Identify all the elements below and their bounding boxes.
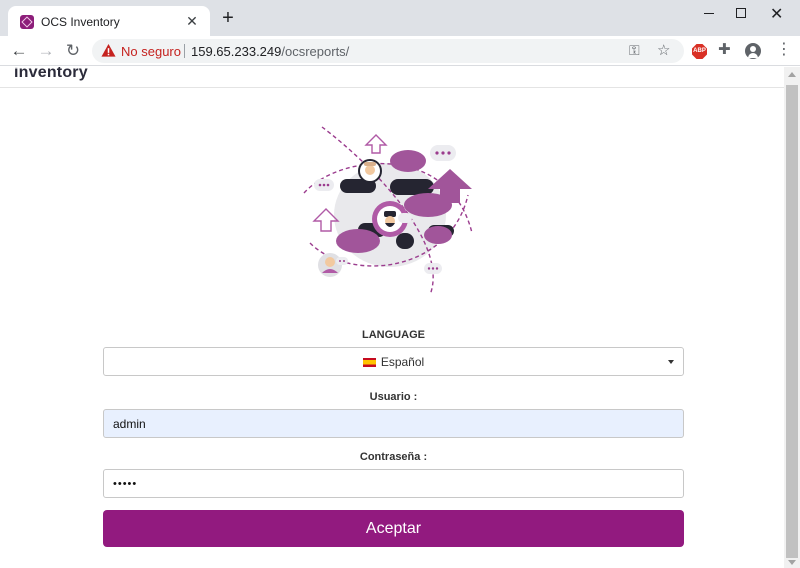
language-value-text: Español [380, 355, 425, 369]
tab-close-icon[interactable]: ✕ [184, 13, 200, 29]
password-input[interactable] [103, 469, 684, 498]
warning-icon [101, 43, 116, 57]
more-menu-icon[interactable]: ⋮ [776, 41, 792, 59]
key-icon[interactable]: ⚿ [629, 42, 640, 59]
ocs-favicon-icon [20, 15, 34, 29]
language-selected-value: Español [104, 355, 683, 369]
window-close-button[interactable]: ✕ [756, 0, 800, 28]
new-tab-button[interactable]: + [218, 8, 238, 29]
reload-icon[interactable]: ↻ [62, 40, 84, 62]
spain-flag-icon [362, 358, 376, 367]
page-content: inventory LANGUAGE Español Usuario: adm… [0, 67, 784, 568]
browser-toolbar: ← → ↻ No seguro 159.65.233.249/ocsreport… [0, 36, 800, 66]
url-text[interactable]: 159.65.233.249/ocsreports/ [191, 44, 349, 59]
adblock-plus-icon[interactable]: ABP [692, 44, 707, 59]
forward-arrow-icon[interactable]: → [35, 40, 57, 62]
bookmark-star-icon[interactable]: ☆ [657, 41, 670, 59]
profile-avatar-icon[interactable] [745, 43, 761, 59]
extensions-puzzle-icon[interactable]: ✚ [718, 40, 731, 58]
page-scrollbar[interactable] [784, 67, 800, 568]
top-navbar: inventory [0, 67, 784, 88]
language-label: LANGUAGE [362, 329, 425, 341]
network-illustration [303, 126, 473, 296]
url-host: 159.65.233.249 [191, 44, 282, 59]
scrollbar-thumb[interactable] [786, 85, 798, 558]
not-secure-label[interactable]: No seguro [121, 44, 181, 59]
address-separator [184, 44, 185, 58]
browser-titlebar: OCS Inventory ✕ + ✕ [0, 0, 800, 36]
tab-title: OCS Inventory [41, 15, 120, 29]
dropdown-caret-icon [668, 360, 674, 364]
submit-button[interactable]: Aceptar [103, 510, 684, 547]
browser-tab[interactable]: OCS Inventory ✕ [8, 6, 210, 36]
username-label: Usuario : [369, 391, 418, 403]
close-icon: ✕ [770, 6, 784, 23]
scroll-down-arrow-icon[interactable] [788, 560, 796, 565]
url-path: /ocsreports/ [281, 44, 350, 59]
brand-logo-text[interactable]: inventory [14, 67, 88, 82]
scroll-up-arrow-icon[interactable] [788, 72, 796, 77]
username-input[interactable] [103, 409, 684, 438]
back-arrow-icon[interactable]: ← [8, 40, 30, 62]
password-label: Contraseña : [359, 451, 428, 463]
address-bar[interactable]: No seguro 159.65.233.249/ocsreports/ ⚿ ☆ [92, 39, 684, 63]
language-select[interactable]: Español [103, 347, 684, 376]
